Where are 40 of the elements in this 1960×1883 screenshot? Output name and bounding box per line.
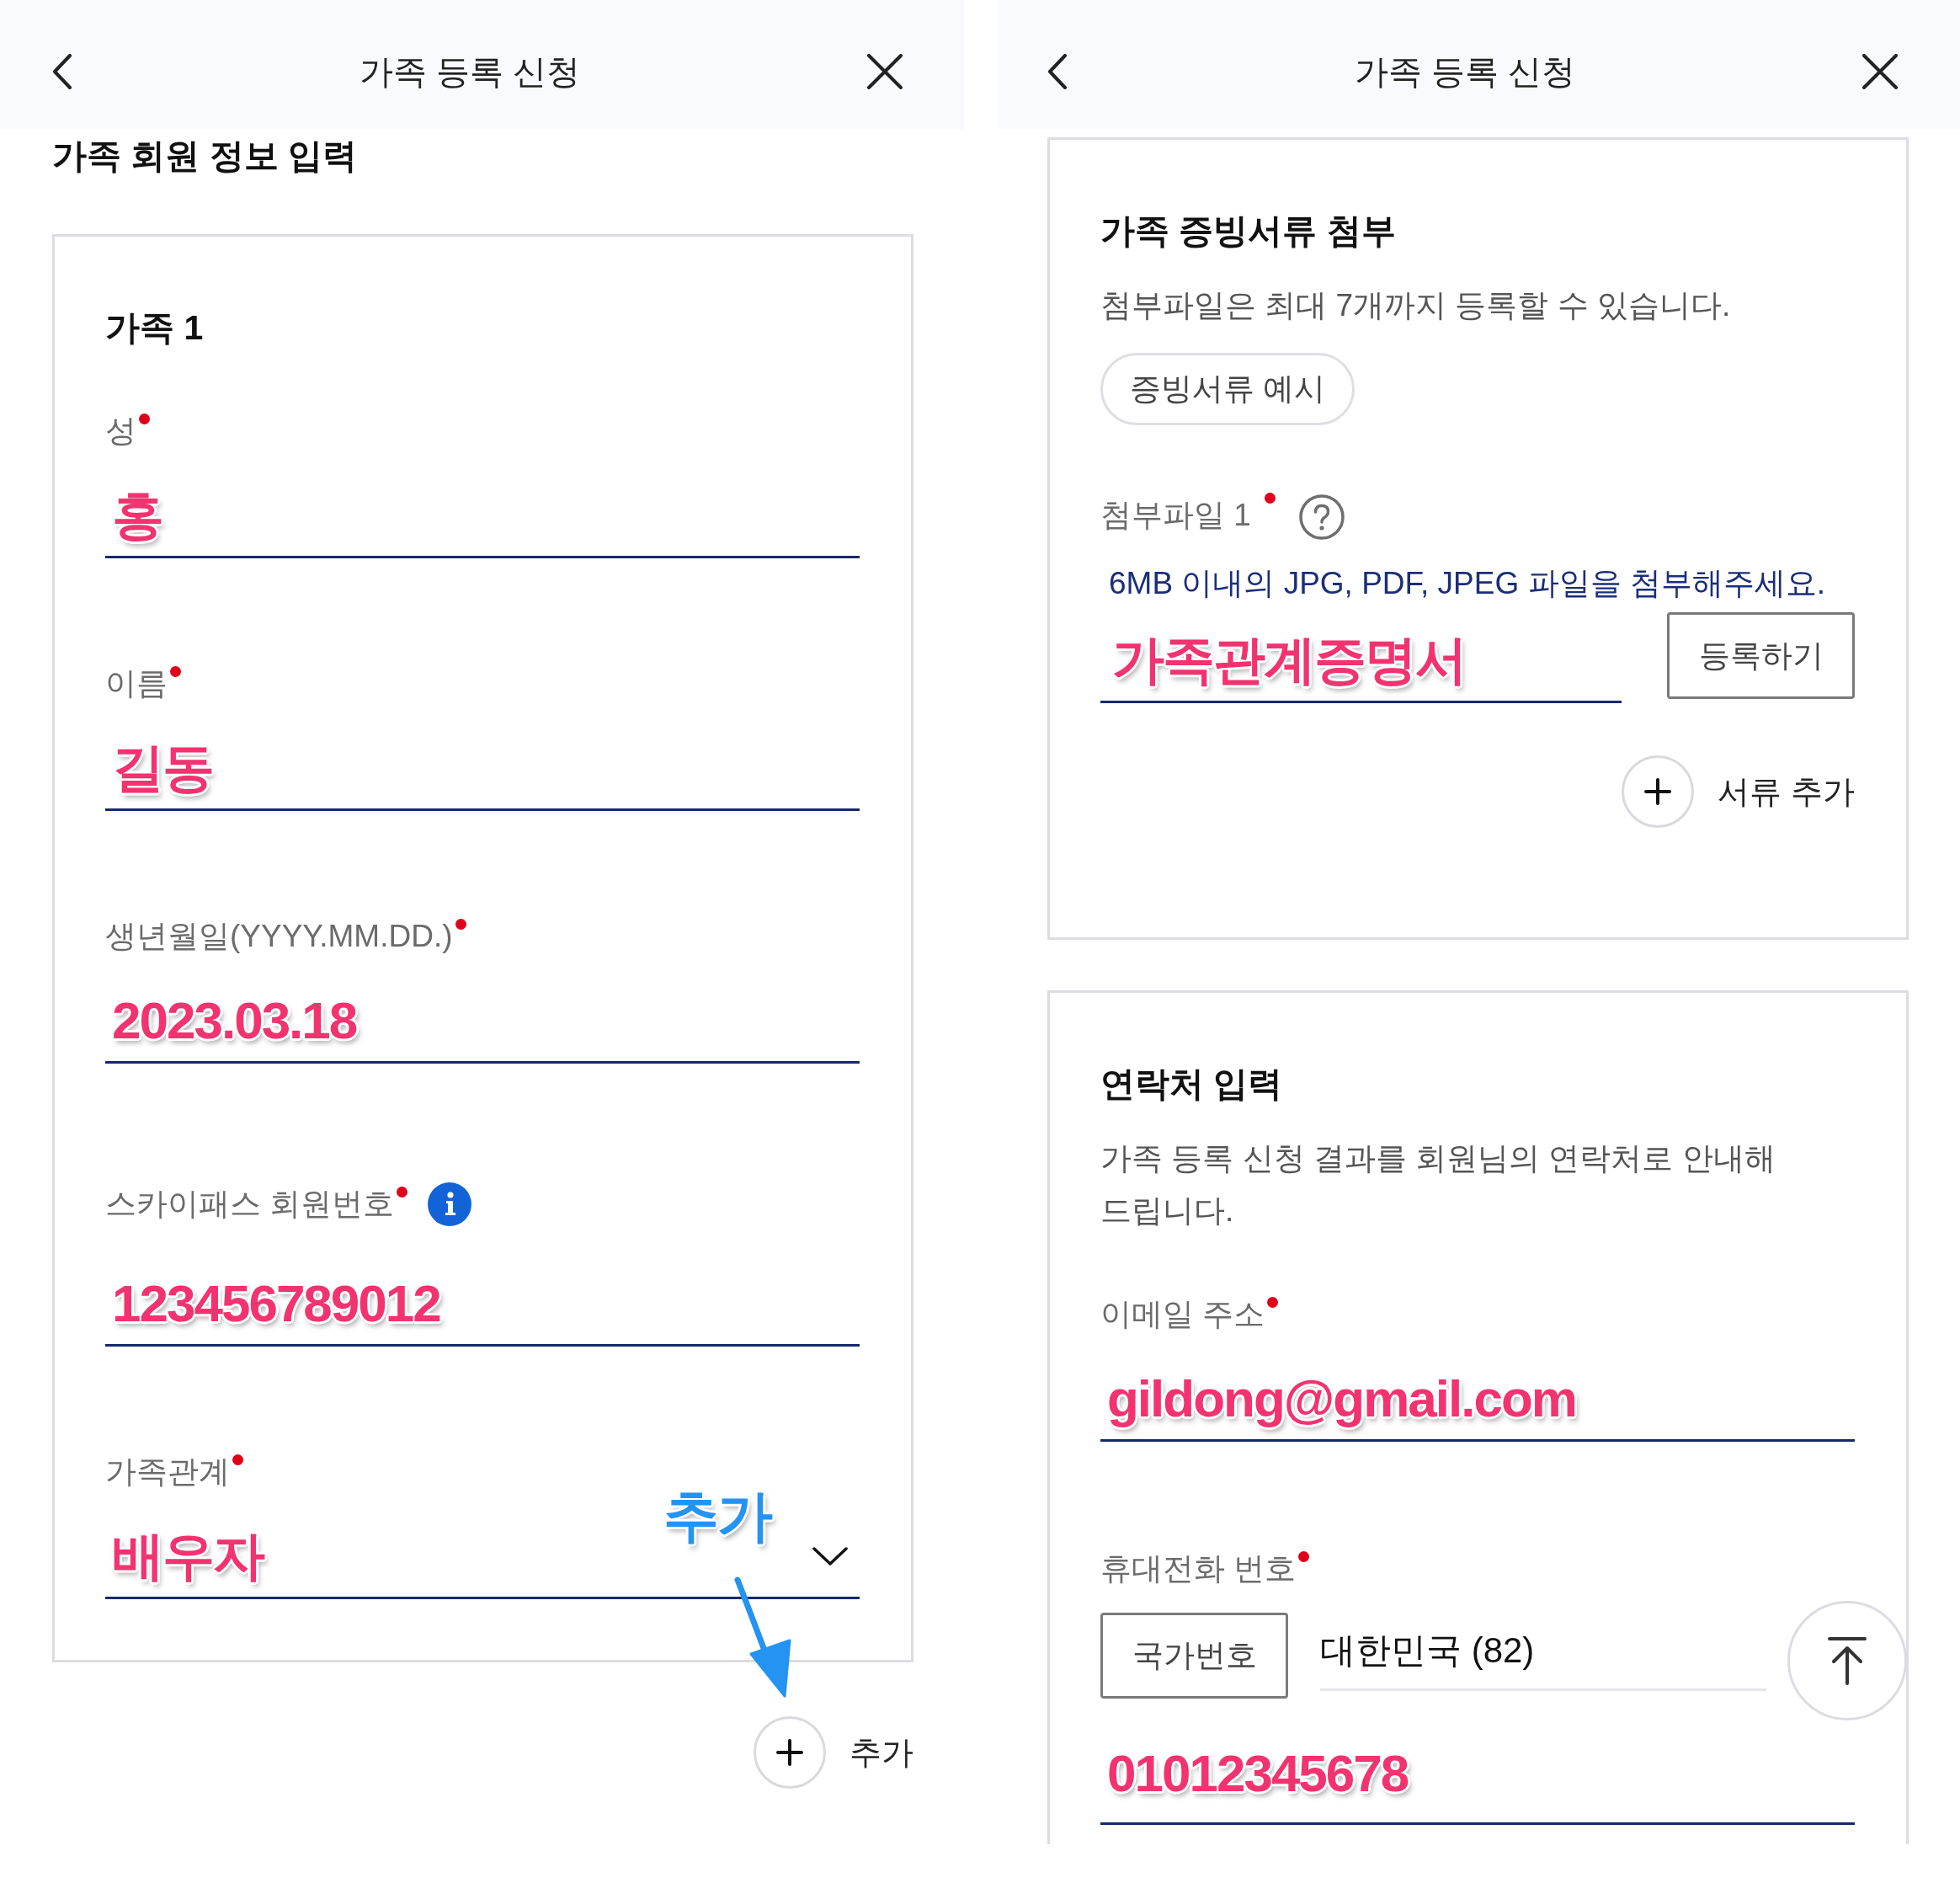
- chevron-down-icon: [812, 1546, 848, 1566]
- back-icon[interactable]: [52, 54, 72, 89]
- card-title: 가족 증빙서류 첨부: [1100, 211, 1397, 251]
- section-title: 가족 회원 정보 입력: [52, 136, 359, 176]
- description-text: 가족 등록 신청 결과를 회원님의 연락처로 안내해 드립니다.: [1100, 1140, 1776, 1230]
- file-field[interactable]: 가족관계증명서: [1100, 627, 1622, 703]
- description-text: 첨부파일은 최대 7개까지 등록할 수 있습니다.: [1100, 287, 1732, 324]
- field-label: 휴대전화 번호: [1100, 1550, 1297, 1587]
- register-button[interactable]: 등록하기: [1667, 612, 1855, 699]
- email-field[interactable]: gildong@gmail.com: [1100, 1365, 1855, 1442]
- close-icon[interactable]: [867, 54, 903, 89]
- text-field[interactable]: 길동: [105, 734, 860, 811]
- plus-circle-icon: [1622, 755, 1695, 828]
- arrow-up-bar-icon: [1827, 1636, 1867, 1685]
- field-label: 성: [105, 413, 136, 450]
- field-label: 스카이패스 회원번호: [105, 1186, 395, 1223]
- close-icon[interactable]: [1862, 54, 1898, 89]
- add-button[interactable]: 추가: [754, 1716, 913, 1789]
- example-button[interactable]: 증빙서류 예시: [1100, 353, 1355, 425]
- field-label: 이메일 주소: [1100, 1296, 1265, 1333]
- text-field[interactable]: 2023.03.18: [105, 987, 860, 1064]
- hint-text: 6MB 이내의 JPG, PDF, JPEG 파일을 첨부해주세요.: [1109, 565, 1827, 602]
- country-code-button[interactable]: 국가번호: [1100, 1613, 1288, 1699]
- header-title: 가족 등록 신청: [1354, 52, 1576, 92]
- text-field[interactable]: 123456789012: [105, 1270, 860, 1347]
- field-label: 첨부파일 1: [1100, 497, 1251, 534]
- field-label: 생년월일(YYYY.MM.DD.): [105, 918, 453, 955]
- plus-circle-icon: [754, 1716, 826, 1789]
- header-title: 가족 등록 신청: [359, 52, 581, 92]
- info-icon[interactable]: [428, 1182, 472, 1226]
- phone-field[interactable]: 01012345678: [1100, 1740, 1855, 1825]
- add-document-button[interactable]: 서류 추가: [1622, 755, 1855, 828]
- card-title: 연락처 입력: [1100, 1064, 1284, 1104]
- card-title: 가족 1: [105, 307, 205, 348]
- country-field[interactable]: 대한민국 (82): [1320, 1613, 1766, 1691]
- help-icon[interactable]: [1298, 494, 1345, 540]
- field-label: 이름: [105, 665, 168, 702]
- back-icon[interactable]: [1047, 54, 1068, 89]
- text-field[interactable]: 홍: [105, 482, 860, 558]
- field-label: 가족관계: [105, 1454, 230, 1491]
